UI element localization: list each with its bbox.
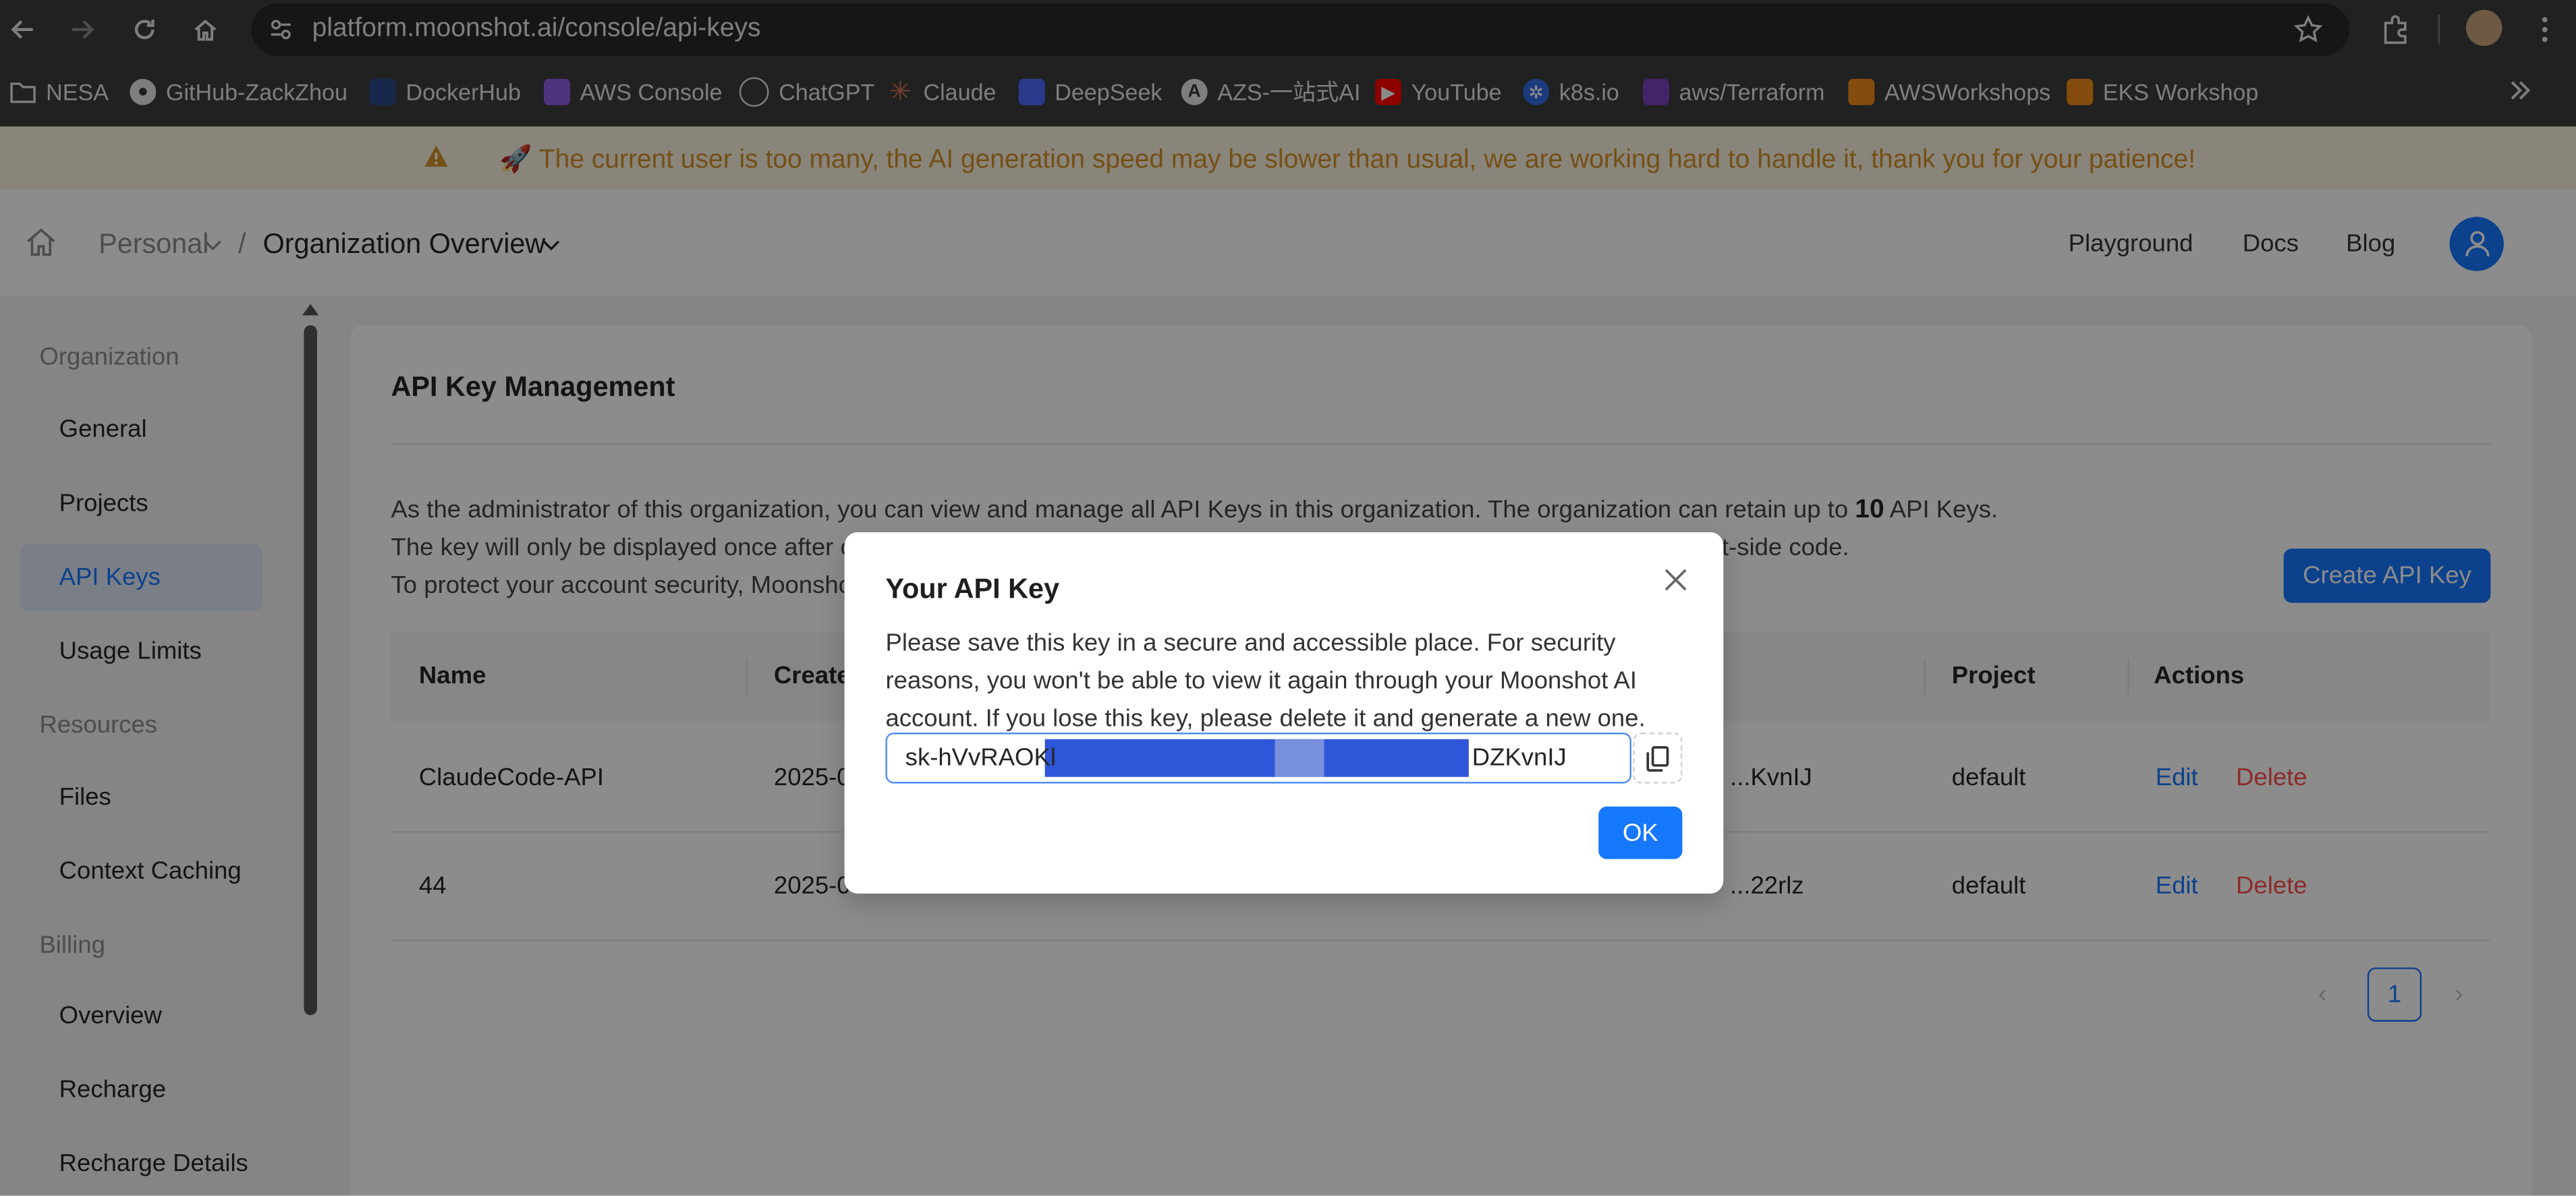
copy-button[interactable] bbox=[1633, 733, 1683, 784]
page: platform.moonshot.ai/console/api-keys NE… bbox=[0, 0, 2576, 1196]
text-selection-highlight bbox=[1275, 739, 1324, 777]
api-key-field[interactable]: sk-hVvRAOKl DZKvnIJ bbox=[885, 733, 1631, 784]
dialog-message: Please save this key in a secure and acc… bbox=[885, 629, 1646, 733]
api-key-prefix: sk-hVvRAOKl bbox=[905, 744, 1056, 772]
text-selection-highlight bbox=[1044, 739, 1469, 777]
api-key-suffix: DZKvnIJ bbox=[1472, 744, 1567, 772]
close-icon[interactable] bbox=[1661, 565, 1691, 595]
ok-button[interactable]: OK bbox=[1598, 806, 1683, 859]
api-key-dialog: Your API Key Please save this key in a s… bbox=[844, 532, 1724, 894]
dialog-title: Your API Key bbox=[885, 573, 1060, 605]
copy-icon bbox=[1646, 745, 1669, 771]
